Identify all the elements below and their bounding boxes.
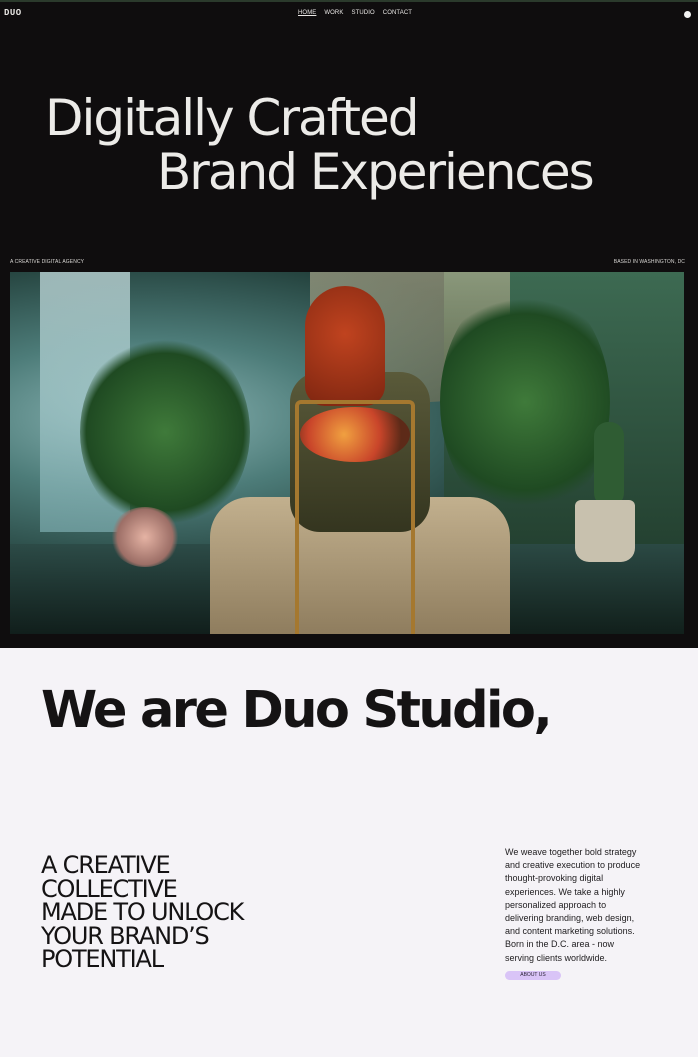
video-cactus — [594, 422, 624, 507]
video-person-hair — [305, 286, 385, 406]
hero-headline-line2: Brand Experiences — [157, 143, 595, 201]
main-nav: HOME WORK STUDIO CONTACT — [298, 10, 412, 16]
video-pot — [575, 500, 635, 562]
top-accent-line — [0, 0, 698, 2]
statement-line: POTENTIAL — [41, 945, 164, 974]
hero-caption-left: A CREATIVE DIGITAL AGENCY — [10, 259, 85, 265]
video-vase-flowers — [110, 507, 180, 567]
hero-headline-line1: Digitally Crafted — [45, 89, 419, 147]
nav-studio[interactable]: STUDIO — [351, 10, 374, 16]
about-us-button[interactable]: ABOUT US — [505, 971, 561, 980]
video-plant-left — [80, 332, 250, 532]
hero-caption-right: BASED IN WASHINGTON, DC — [613, 259, 685, 265]
intro-title: We are Duo Studio, — [41, 681, 553, 740]
hero-section: DUO HOME WORK STUDIO CONTACT Digitally C… — [0, 0, 698, 648]
nav-home[interactable]: HOME — [298, 10, 316, 16]
intro-description: We weave together bold strategy and crea… — [505, 847, 641, 963]
logo[interactable]: DUO — [4, 8, 22, 18]
hero-video[interactable] — [10, 272, 684, 634]
intro-statement: A CREATIVE COLLECTIVE MADE TO UNLOCK YOU… — [41, 853, 301, 974]
video-plant-right — [440, 282, 610, 522]
menu-dot-icon[interactable] — [684, 11, 691, 18]
video-flowers — [300, 407, 410, 462]
nav-contact[interactable]: CONTACT — [383, 10, 412, 16]
nav-work[interactable]: WORK — [324, 10, 343, 16]
